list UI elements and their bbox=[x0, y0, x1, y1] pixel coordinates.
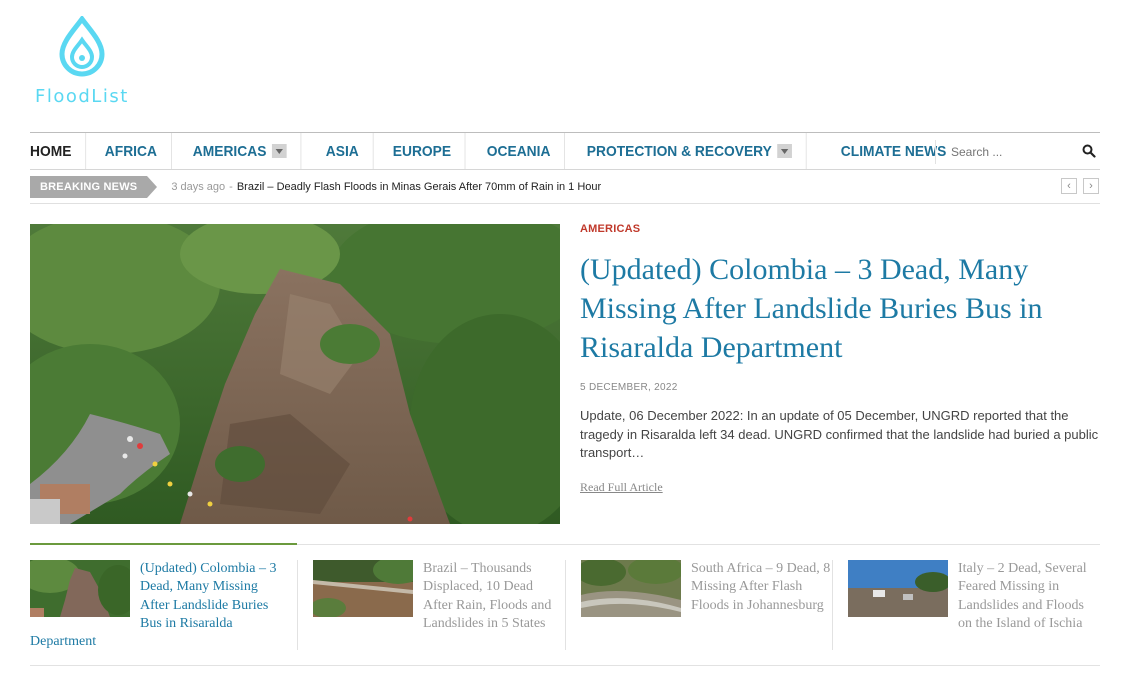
dropdown-arrow-icon[interactable] bbox=[271, 144, 287, 158]
breaking-news-time: 3 days ago bbox=[171, 180, 226, 193]
nav-label: Africa bbox=[104, 142, 157, 160]
related-divider bbox=[832, 560, 833, 650]
related-article-card[interactable]: Brazil – Thousands Displaced, 10 Dead Af… bbox=[313, 560, 565, 633]
ticker-prev-button[interactable]: ‹ bbox=[1061, 178, 1077, 194]
nav-label: Climate News bbox=[841, 142, 947, 160]
related-divider bbox=[297, 560, 298, 650]
nav-item-protection-recovery[interactable]: Protection & Recovery bbox=[573, 133, 807, 169]
flooded-bridge-thumbnail bbox=[313, 560, 413, 617]
ticker-next-button[interactable]: › bbox=[1083, 178, 1099, 194]
featured-date: 5 DECEMBER, 2022 bbox=[580, 382, 678, 393]
related-article-title: South Africa – 9 Dead, 8 Missing After F… bbox=[691, 561, 831, 613]
related-divider bbox=[565, 560, 566, 650]
related-article-title: Brazil – Thousands Displaced, 10 Dead Af… bbox=[423, 561, 552, 631]
landslide-photo bbox=[30, 224, 560, 524]
related-article-card[interactable]: Italy – 2 Dead, Several Feared Missing i… bbox=[848, 560, 1100, 633]
related-article-title: Italy – 2 Dead, Several Feared Missing i… bbox=[958, 561, 1087, 631]
related-article-thumbnail[interactable] bbox=[313, 560, 413, 617]
chevron-left-icon: ‹ bbox=[1067, 180, 1071, 192]
search-icon[interactable] bbox=[1082, 144, 1096, 158]
breaking-news-headline[interactable]: Brazil – Deadly Flash Floods in Minas Ge… bbox=[237, 181, 601, 193]
nav-label: Home bbox=[30, 142, 72, 160]
featured-article-image[interactable] bbox=[30, 224, 560, 524]
related-article-thumbnail[interactable] bbox=[848, 560, 948, 617]
water-drop-logo-icon bbox=[59, 16, 105, 77]
breaking-news-label: BREAKING NEWS bbox=[30, 175, 158, 198]
read-full-article-link[interactable]: Read Full Article bbox=[580, 480, 663, 495]
nav-label: Americas bbox=[192, 142, 267, 160]
breaking-news-bar: BREAKING NEWS 3 days ago - Brazil – Dead… bbox=[30, 170, 1100, 204]
related-article-card[interactable]: (Updated) Colombia – 3 Dead, Many Missin… bbox=[30, 560, 282, 651]
nav-item-americas[interactable]: Americas bbox=[179, 133, 302, 169]
featured-excerpt: Update, 06 December 2022: In an update o… bbox=[580, 408, 1099, 460]
nav-label: Protection & Recovery bbox=[586, 142, 772, 160]
search-box bbox=[935, 140, 1100, 164]
nav-item-africa[interactable]: Africa bbox=[91, 133, 172, 169]
nav-item-asia[interactable]: Asia bbox=[312, 133, 374, 169]
featured-headline[interactable]: (Updated) Colombia – 3 Dead, Many Missin… bbox=[580, 250, 1100, 367]
river-thumbnail bbox=[581, 560, 681, 617]
nav-item-europe[interactable]: Europe bbox=[379, 133, 466, 169]
mudflow-thumbnail bbox=[848, 560, 948, 617]
related-article-thumbnail[interactable] bbox=[581, 560, 681, 617]
related-article-thumbnail[interactable] bbox=[30, 560, 130, 617]
related-bottom-divider bbox=[30, 665, 1100, 666]
featured-category-link[interactable]: Americas bbox=[580, 223, 640, 235]
related-article-card[interactable]: South Africa – 9 Dead, 8 Missing After F… bbox=[581, 560, 833, 619]
dropdown-arrow-icon[interactable] bbox=[777, 144, 793, 158]
nav-label: Oceania bbox=[486, 142, 551, 160]
logo-text: FloodList bbox=[35, 86, 129, 107]
landslide-thumbnail bbox=[30, 560, 130, 617]
nav-label: Asia bbox=[325, 142, 359, 160]
nav-label: Europe bbox=[392, 142, 451, 160]
site-logo[interactable]: FloodList bbox=[33, 14, 143, 109]
nav-item-oceania[interactable]: Oceania bbox=[473, 133, 566, 169]
chevron-right-icon: › bbox=[1089, 180, 1093, 192]
breaking-news-separator: - bbox=[229, 180, 233, 193]
search-input[interactable] bbox=[936, 145, 1076, 159]
main-nav: Home Africa Americas Asia Europe Oceania… bbox=[30, 132, 1100, 170]
active-indicator bbox=[30, 543, 297, 545]
nav-item-home[interactable]: Home bbox=[30, 133, 87, 169]
